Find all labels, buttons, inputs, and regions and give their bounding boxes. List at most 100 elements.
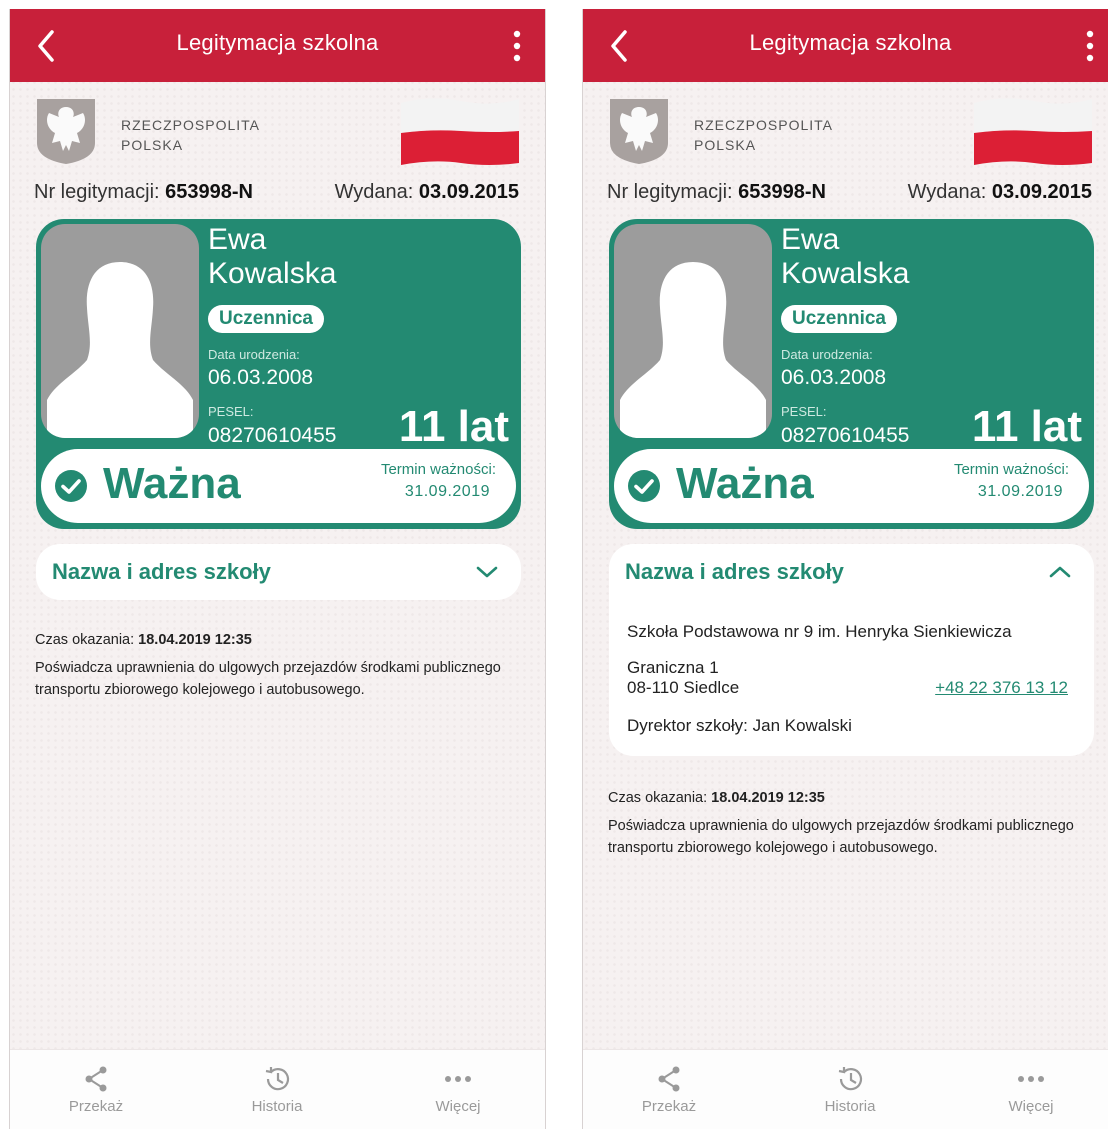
expiry-value: 31.09.2019 bbox=[977, 483, 1063, 500]
school-accordion-heading: Nazwa i adres szkoły bbox=[625, 559, 844, 584]
school-name: Szkoła Podstawowa nr 9 im. Henryka Sienk… bbox=[627, 622, 1012, 641]
pesel-label: PESEL: bbox=[208, 404, 254, 419]
bottom-navigation: Przekaż Historia Więcej bbox=[10, 1049, 545, 1129]
issue-date-label: Wydana: bbox=[334, 181, 414, 203]
privilege-text: Poświadcza uprawnienia do ulgowych przej… bbox=[35, 660, 501, 698]
id-card: Ewa Kowalska Uczennica Data urodzenia: 0… bbox=[609, 219, 1094, 529]
more-dots-icon bbox=[445, 1076, 471, 1082]
first-name: Ewa bbox=[781, 223, 840, 256]
school-director: Dyrektor szkoły: Jan Kowalski bbox=[627, 716, 852, 735]
nav-share[interactable]: Przekaż bbox=[609, 1050, 729, 1129]
info-block: Czas okazania: 18.04.2019 12:35 Poświadc… bbox=[608, 787, 1092, 859]
issuer-name: RZECZPOSPOLITA POLSKA bbox=[121, 115, 260, 155]
issue-date-label: Wydana: bbox=[907, 181, 987, 203]
last-name: Kowalska bbox=[208, 257, 337, 290]
polish-flag-icon bbox=[401, 98, 519, 165]
issuer-line-1: RZECZPOSPOLITA bbox=[121, 117, 260, 133]
validity-status: Ważna bbox=[676, 459, 814, 508]
phone-screen-expanded: Legitymacja szkolna RZECZPOSPOLITA POLSK… bbox=[582, 9, 1108, 1129]
eagle-emblem-icon bbox=[610, 99, 668, 164]
pesel-value: 08270610455 bbox=[781, 424, 910, 447]
polish-flag-icon bbox=[974, 98, 1092, 165]
holder-name: Ewa Kowalska bbox=[208, 223, 336, 291]
birth-date-label: Data urodzenia: bbox=[781, 347, 873, 362]
check-circle-icon bbox=[55, 470, 87, 502]
document-number-value: 653998-N bbox=[738, 181, 826, 203]
expiry-label: Termin ważności: bbox=[953, 461, 1069, 478]
issuer-line-2: POLSKA bbox=[694, 137, 757, 153]
back-arrow-icon[interactable] bbox=[32, 27, 62, 65]
back-arrow-icon[interactable] bbox=[605, 27, 635, 65]
more-dots-icon bbox=[1018, 1076, 1044, 1082]
nav-history-label: Historia bbox=[824, 1098, 876, 1115]
expiry-label: Termin ważności: bbox=[380, 461, 496, 478]
person-silhouette-icon bbox=[620, 262, 766, 438]
school-accordion-heading: Nazwa i adres szkoły bbox=[52, 559, 271, 584]
role-badge: Uczennica bbox=[781, 305, 897, 333]
document-number: Nr legitymacji: 653998-N bbox=[34, 181, 253, 204]
nav-history[interactable]: Historia bbox=[217, 1050, 337, 1129]
person-silhouette-icon bbox=[47, 262, 193, 438]
nav-more[interactable]: Więcej bbox=[971, 1050, 1091, 1129]
document-number-value: 653998-N bbox=[165, 181, 253, 203]
kebab-menu-icon[interactable] bbox=[1080, 28, 1100, 64]
history-icon bbox=[838, 1067, 863, 1091]
eagle-emblem-icon bbox=[37, 99, 95, 164]
document-number-label: Nr legitymacji: bbox=[34, 181, 160, 203]
age-value: 11 lat bbox=[398, 402, 509, 451]
id-card: Ewa Kowalska Uczennica Data urodzenia: 0… bbox=[36, 219, 521, 529]
top-app-bar: Legitymacja szkolna bbox=[10, 9, 545, 82]
school-street: Graniczna 1 bbox=[627, 658, 719, 677]
page-title: Legitymacja szkolna bbox=[749, 30, 952, 55]
role-badge: Uczennica bbox=[208, 305, 324, 333]
expiry-value: 31.09.2019 bbox=[404, 483, 490, 500]
validity-status: Ważna bbox=[103, 459, 241, 508]
nav-history[interactable]: Historia bbox=[790, 1050, 910, 1129]
shown-time: Czas okazania: 18.04.2019 12:35 bbox=[608, 787, 1092, 809]
nav-more-label: Więcej bbox=[435, 1098, 481, 1115]
document-number: Nr legitymacji: 653998-N bbox=[607, 181, 826, 204]
nav-history-label: Historia bbox=[251, 1098, 303, 1115]
age-value: 11 lat bbox=[971, 402, 1082, 451]
school-phone-link[interactable]: +48 22 376 13 12 bbox=[935, 678, 1068, 698]
school-accordion[interactable]: Nazwa i adres szkoły Szkoła Podstawowa n… bbox=[609, 544, 1094, 756]
shown-time: Czas okazania: 18.04.2019 12:35 bbox=[35, 629, 519, 651]
issue-date: Wydana: 03.09.2015 bbox=[908, 181, 1092, 204]
nav-more[interactable]: Więcej bbox=[398, 1050, 518, 1129]
chevron-down-icon[interactable] bbox=[475, 564, 499, 580]
shown-time-value: 18.04.2019 12:35 bbox=[711, 790, 825, 806]
first-name: Ewa bbox=[208, 223, 267, 256]
phone-screen-collapsed: Legitymacja szkolna RZECZPOSPOLITA POLSK… bbox=[9, 9, 546, 1129]
shown-time-value: 18.04.2019 12:35 bbox=[138, 632, 252, 648]
birth-date-label: Data urodzenia: bbox=[208, 347, 300, 362]
shown-time-label: Czas okazania: bbox=[35, 632, 135, 648]
document-info-line: Nr legitymacji: 653998-N Wydana: 03.09.2… bbox=[34, 181, 519, 211]
photo-placeholder bbox=[614, 224, 772, 438]
school-accordion[interactable]: Nazwa i adres szkoły bbox=[36, 544, 521, 600]
issue-date-value: 03.09.2015 bbox=[991, 181, 1092, 203]
nav-share-label: Przekaż bbox=[68, 1098, 124, 1115]
kebab-menu-icon[interactable] bbox=[507, 28, 527, 64]
photo-placeholder bbox=[41, 224, 199, 438]
pesel-label: PESEL: bbox=[781, 404, 827, 419]
privilege-text: Poświadcza uprawnienia do ulgowych przej… bbox=[608, 818, 1074, 856]
bottom-navigation: Przekaż Historia Więcej bbox=[583, 1049, 1108, 1129]
issuer-line-1: RZECZPOSPOLITA bbox=[694, 117, 833, 133]
page-title: Legitymacja szkolna bbox=[176, 30, 379, 55]
issue-date: Wydana: 03.09.2015 bbox=[335, 181, 519, 204]
validity-status-bar: Ważna Termin ważności: 31.09.2019 bbox=[41, 449, 516, 523]
chevron-up-icon[interactable] bbox=[1048, 564, 1072, 580]
document-info-line: Nr legitymacji: 653998-N Wydana: 03.09.2… bbox=[607, 181, 1092, 211]
issuer-name: RZECZPOSPOLITA POLSKA bbox=[694, 115, 833, 155]
issue-date-value: 03.09.2015 bbox=[418, 181, 519, 203]
nav-share-label: Przekaż bbox=[641, 1098, 697, 1115]
document-number-label: Nr legitymacji: bbox=[607, 181, 733, 203]
nav-share[interactable]: Przekaż bbox=[36, 1050, 156, 1129]
holder-name: Ewa Kowalska bbox=[781, 223, 909, 291]
school-city: 08-110 Siedlce bbox=[627, 678, 740, 697]
last-name: Kowalska bbox=[781, 257, 910, 290]
share-icon bbox=[85, 1066, 107, 1092]
shown-time-label: Czas okazania: bbox=[608, 790, 708, 806]
info-block: Czas okazania: 18.04.2019 12:35 Poświadc… bbox=[35, 629, 519, 701]
share-icon bbox=[658, 1066, 680, 1092]
